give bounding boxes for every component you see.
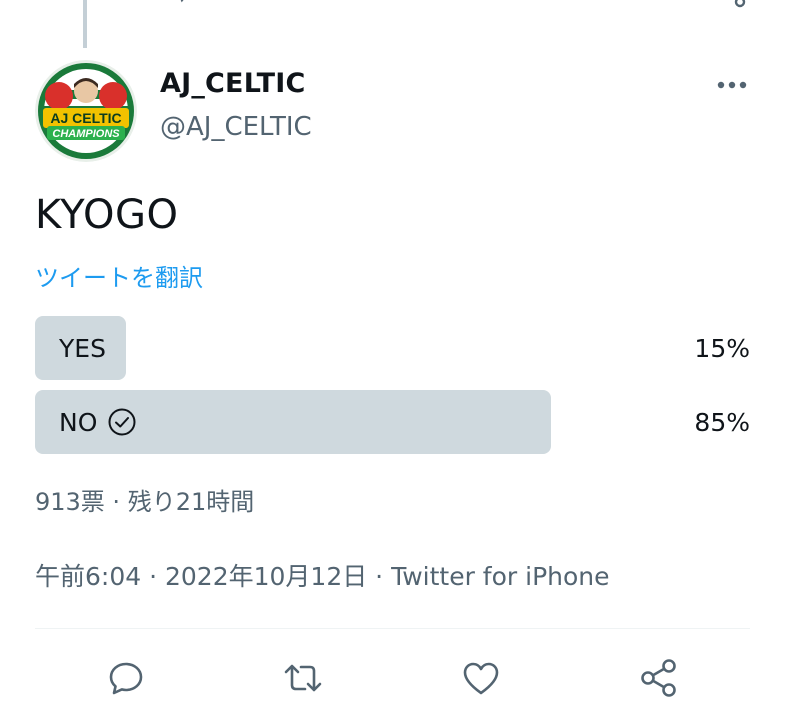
author-handle[interactable]: @AJ_CELTIC bbox=[160, 112, 312, 142]
poll-option-label: NO bbox=[59, 407, 98, 437]
share-button[interactable] bbox=[637, 656, 681, 700]
retweet-icon bbox=[284, 664, 322, 692]
like-button[interactable] bbox=[459, 656, 503, 700]
divider bbox=[35, 628, 750, 629]
tweet-detail: AJ CELTIC CHAMPIONS AJ_CELTIC @AJ_CELTIC… bbox=[0, 0, 785, 720]
share-icon[interactable] bbox=[728, 0, 752, 12]
translate-tweet-link[interactable]: ツイートを翻訳 bbox=[35, 258, 203, 293]
check-circle-icon bbox=[107, 407, 137, 437]
more-icon bbox=[717, 81, 747, 89]
poll-option-label: YES bbox=[59, 333, 106, 363]
poll-option-no: NO 85% bbox=[35, 390, 750, 454]
tweet-text: KYOGO bbox=[35, 192, 179, 238]
reply-icon[interactable] bbox=[172, 0, 212, 12]
heart-icon bbox=[463, 662, 499, 695]
more-options-button[interactable] bbox=[712, 70, 752, 100]
reply-button[interactable] bbox=[104, 656, 148, 700]
previous-tweet-actions bbox=[0, 0, 785, 8]
avatar[interactable]: AJ CELTIC CHAMPIONS bbox=[35, 60, 137, 162]
reply-icon bbox=[109, 662, 143, 695]
poll-percent-yes: 15% bbox=[694, 333, 750, 363]
retweet-icon[interactable] bbox=[350, 0, 420, 12]
thread-connector bbox=[83, 0, 87, 48]
retweet-button[interactable] bbox=[281, 656, 325, 700]
heart-icon[interactable] bbox=[540, 0, 574, 12]
author-display-name[interactable]: AJ_CELTIC bbox=[160, 68, 306, 99]
share-icon bbox=[641, 659, 676, 697]
poll-votes-remaining: 913票 · 残り21時間 bbox=[35, 488, 255, 516]
avatar-text-top: AJ CELTIC bbox=[50, 110, 121, 126]
tweet-timestamp[interactable]: 午前6:04 · 2022年10月12日 · Twitter for iPhon… bbox=[35, 557, 610, 593]
poll-percent-no: 85% bbox=[694, 407, 750, 437]
avatar-text-bottom: CHAMPIONS bbox=[52, 128, 120, 140]
poll-option-yes: YES 15% bbox=[35, 316, 750, 380]
